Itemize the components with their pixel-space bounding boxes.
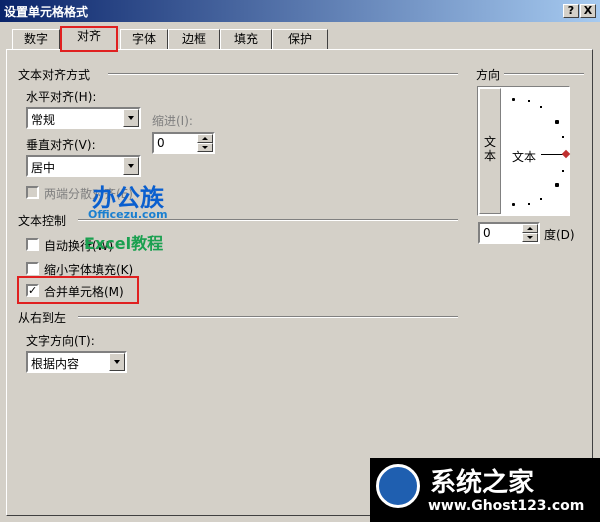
help-button[interactable]: ? — [563, 4, 579, 18]
indent-value: 0 — [157, 136, 165, 150]
orientation-dot — [528, 203, 530, 205]
watermark-subtitle: Excel教程 — [84, 234, 164, 253]
site-logo: 系统之家 www.Ghost123.com — [370, 458, 600, 522]
vertical-align-label: 垂直对齐(V): — [26, 138, 96, 152]
title-bar: 设置单元格格式 ? X — [0, 0, 600, 22]
tab-fill[interactable]: 填充 — [220, 29, 272, 49]
tab-number[interactable]: 数字 — [12, 29, 60, 49]
degrees-spinner[interactable]: 0 — [478, 222, 540, 244]
justify-distributed-checkbox[interactable] — [26, 186, 39, 199]
spin-down-icon[interactable] — [522, 233, 538, 242]
orientation-dot — [528, 100, 530, 102]
orientation-dot — [555, 183, 559, 187]
orientation-dot — [562, 170, 564, 172]
horizontal-align-select[interactable]: 常规 — [26, 107, 141, 129]
text-direction-label: 文字方向(T): — [26, 334, 95, 348]
chevron-down-icon[interactable] — [109, 353, 125, 371]
wrap-text-checkbox[interactable] — [26, 238, 39, 251]
tab-alignment-highlight — [60, 26, 118, 52]
degrees-label: 度(D) — [544, 228, 575, 242]
text-control-group-label: 文本控制 — [18, 214, 67, 228]
vertical-align-select[interactable]: 居中 — [26, 155, 141, 177]
merge-cells-checkbox[interactable]: ✓ — [26, 284, 39, 297]
vertical-align-value: 居中 — [31, 161, 56, 175]
horizontal-text-label: 文本 — [512, 150, 537, 164]
spin-up-icon[interactable] — [522, 224, 538, 233]
spin-up-icon[interactable] — [197, 134, 213, 143]
spin-down-icon[interactable] — [197, 143, 213, 152]
horizontal-align-label: 水平对齐(H): — [26, 90, 97, 104]
merge-cells-label: 合并单元格(M) — [44, 285, 124, 299]
orientation-pointer-line — [541, 154, 563, 155]
orientation-dot — [512, 98, 515, 101]
text-direction-select[interactable]: 根据内容 — [26, 351, 127, 373]
logo-name: 系统之家 — [430, 468, 535, 498]
tab-font[interactable]: 字体 — [120, 29, 168, 49]
indent-spinner[interactable]: 0 — [152, 132, 215, 154]
watermark-site: Officezu.com — [88, 208, 168, 221]
group-divider — [78, 316, 458, 318]
orientation-dot — [540, 198, 542, 200]
text-direction-value: 根据内容 — [31, 357, 80, 371]
text-alignment-group-label: 文本对齐方式 — [18, 68, 91, 82]
indent-label: 缩进(I): — [152, 114, 193, 128]
logo-url: www.Ghost123.com — [428, 498, 585, 514]
tab-protection[interactable]: 保护 — [272, 29, 328, 49]
group-divider — [108, 73, 458, 75]
vertical-text-label: 文本 — [484, 135, 497, 163]
logo-icon — [376, 464, 420, 508]
window-title: 设置单元格格式 — [4, 5, 89, 19]
tab-border[interactable]: 边框 — [168, 29, 220, 49]
degrees-value: 0 — [483, 226, 491, 240]
chevron-down-icon[interactable] — [123, 157, 139, 175]
horizontal-align-value: 常规 — [31, 113, 56, 127]
orientation-dot — [512, 203, 515, 206]
vertical-text-button[interactable]: 文本 — [479, 88, 501, 214]
rtl-group-label: 从右到左 — [18, 311, 67, 325]
close-button[interactable]: X — [580, 4, 596, 18]
orientation-dot — [555, 120, 559, 124]
group-divider — [504, 73, 584, 75]
orientation-dot — [562, 136, 564, 138]
chevron-down-icon[interactable] — [123, 109, 139, 127]
orientation-dot — [540, 106, 542, 108]
orientation-group-label: 方向 — [476, 68, 501, 82]
shrink-to-fit-checkbox[interactable] — [26, 262, 39, 275]
